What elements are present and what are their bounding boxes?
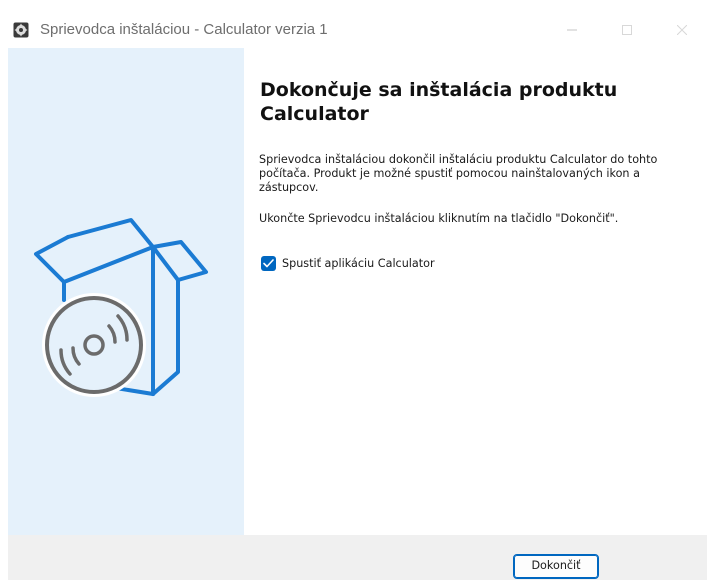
- completion-message: Sprievodca inštaláciou dokončil inštalác…: [259, 153, 658, 194]
- window-title: Sprievodca inštaláciou - Calculator verz…: [40, 21, 328, 38]
- minimize-button[interactable]: [549, 12, 595, 48]
- maximize-button[interactable]: [604, 12, 650, 48]
- wizard-content: Dokončuje sa inštalácia produktu Calcula…: [244, 48, 707, 535]
- installer-app-icon: [13, 22, 29, 38]
- finish-instruction: Ukončte Sprievodcu inštaláciou kliknutím…: [259, 212, 619, 225]
- close-button[interactable]: [659, 12, 705, 48]
- box-with-disc-illustration: [34, 218, 208, 397]
- minimize-icon: [567, 29, 577, 31]
- launch-app-option[interactable]: Spustiť aplikáciu Calculator: [261, 254, 435, 272]
- checkmark-icon: [263, 258, 274, 267]
- wizard-sidebar: [8, 48, 244, 535]
- installer-window: Sprievodca inštaláciou - Calculator verz…: [8, 12, 707, 580]
- launch-app-label[interactable]: Spustiť aplikáciu Calculator: [282, 257, 435, 270]
- launch-app-checkbox[interactable]: [261, 255, 276, 271]
- finish-button[interactable]: Dokončiť: [513, 554, 599, 579]
- title-bar[interactable]: Sprievodca inštaláciou - Calculator verz…: [8, 12, 707, 48]
- close-icon: [677, 25, 687, 35]
- maximize-icon: [622, 25, 632, 35]
- page-title: Dokončuje sa inštalácia produktu Calcula…: [260, 79, 618, 125]
- button-bar: Dokončiť: [8, 535, 707, 580]
